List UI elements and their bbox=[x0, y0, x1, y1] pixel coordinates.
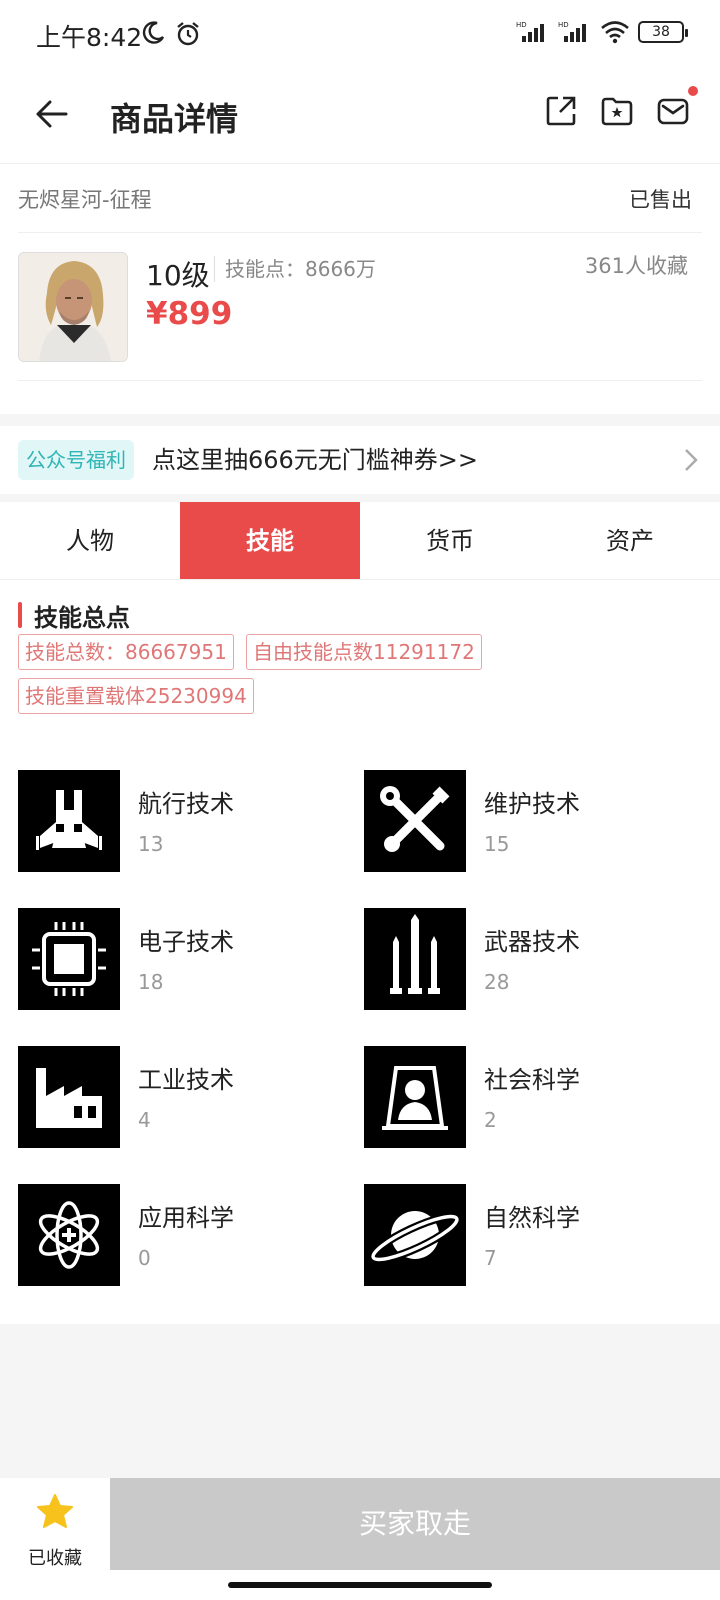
skill-item: 应用科学 0 bbox=[18, 1184, 348, 1288]
favorite-label: 已收藏 bbox=[28, 1548, 82, 1569]
sale-status: 已售出 bbox=[629, 188, 692, 212]
skill-value: 0 bbox=[138, 1246, 151, 1270]
skill-name: 航行技术 bbox=[138, 790, 234, 818]
skill-item: 维护技术 15 bbox=[364, 770, 694, 874]
promo-banner[interactable]: 公众号福利 点这里抽666元无门槛神券>> bbox=[0, 426, 720, 494]
message-button[interactable] bbox=[656, 86, 698, 128]
atom-star-icon bbox=[18, 1184, 120, 1286]
price: ¥899 bbox=[146, 296, 233, 332]
tab-currency[interactable]: 货币 bbox=[360, 502, 540, 579]
skill-name: 工业技术 bbox=[138, 1066, 234, 1094]
skill-name: 武器技术 bbox=[484, 928, 580, 956]
character-avatar bbox=[18, 252, 128, 362]
skill-reset-carrier-tag: 技能重置载体25230994 bbox=[18, 678, 254, 714]
battery-indicator: 38 bbox=[638, 21, 688, 43]
svg-text:HD: HD bbox=[558, 21, 569, 29]
tab-assets[interactable]: 资产 bbox=[540, 502, 720, 579]
missiles-icon bbox=[364, 908, 466, 1010]
page-title: 商品详情 bbox=[110, 100, 239, 138]
skill-name: 自然科学 bbox=[484, 1204, 580, 1232]
share-icon[interactable] bbox=[544, 94, 578, 128]
factory-icon bbox=[18, 1046, 120, 1148]
skill-item: 航行技术 13 bbox=[18, 770, 348, 874]
folder-star-icon[interactable] bbox=[600, 94, 634, 128]
favorite-count: 361人收藏 bbox=[584, 254, 688, 278]
promo-badge: 公众号福利 bbox=[18, 440, 134, 480]
skill-name: 社会科学 bbox=[484, 1066, 580, 1094]
promo-text: 点这里抽666元无门槛神券>> bbox=[152, 446, 479, 474]
signal-hd-icon: HD bbox=[516, 21, 544, 42]
alarm-icon bbox=[177, 22, 199, 46]
status-bar: 上午8:42 HD HD 38 bbox=[0, 0, 720, 72]
divider bbox=[18, 232, 702, 233]
game-name: 无烬星河-征程 bbox=[18, 188, 152, 212]
product-card: 无烬星河-征程 已售出 10级 技能点：8666万 361人收藏 ¥899 bbox=[0, 164, 720, 414]
skill-value: 18 bbox=[138, 970, 164, 994]
star-icon bbox=[37, 1494, 73, 1528]
skill-name: 维护技术 bbox=[484, 790, 580, 818]
svg-text:HD: HD bbox=[516, 21, 527, 29]
battery-level: 38 bbox=[652, 24, 670, 40]
skill-item: 社会科学 2 bbox=[364, 1046, 694, 1150]
favorite-button[interactable]: 已收藏 bbox=[0, 1478, 110, 1572]
character-portrait bbox=[19, 253, 127, 361]
skill-name: 应用科学 bbox=[138, 1204, 234, 1232]
status-time: 上午8:42 bbox=[36, 23, 143, 52]
skill-value: 15 bbox=[484, 832, 510, 856]
mail-icon bbox=[657, 98, 689, 125]
bottom-action-bar: 已收藏 买家取走 bbox=[0, 1478, 720, 1600]
skill-item: 工业技术 4 bbox=[18, 1046, 348, 1150]
skill-value: 4 bbox=[138, 1108, 151, 1132]
tab-bar: 人物 技能 货币 资产 bbox=[0, 502, 720, 580]
status-icons-left bbox=[140, 20, 202, 48]
skill-name: 电子技术 bbox=[138, 928, 234, 956]
tab-skills[interactable]: 技能 bbox=[180, 502, 360, 579]
notification-dot bbox=[688, 86, 698, 96]
skill-item: 电子技术 18 bbox=[18, 908, 348, 1012]
spaceship-icon bbox=[18, 770, 120, 872]
section-accent-bar bbox=[18, 602, 22, 628]
person-portrait-icon bbox=[364, 1046, 466, 1148]
buy-button[interactable]: 买家取走 bbox=[110, 1478, 720, 1570]
moon-icon bbox=[142, 21, 165, 44]
chevron-right-icon bbox=[685, 449, 698, 471]
skill-points: 技能点：8666万 bbox=[214, 256, 376, 282]
home-indicator[interactable] bbox=[228, 1582, 492, 1588]
divider bbox=[18, 380, 702, 381]
skills-panel: 技能总点 技能总数：86667951 自由技能点数11291172 技能重置载体… bbox=[0, 580, 720, 1324]
skill-value: 28 bbox=[484, 970, 510, 994]
back-arrow-icon[interactable] bbox=[32, 94, 72, 134]
skill-value: 2 bbox=[484, 1108, 497, 1132]
skill-total-tag: 技能总数：86667951 bbox=[18, 634, 234, 670]
status-right: HD HD 38 bbox=[516, 20, 688, 44]
skill-item: 自然科学 7 bbox=[364, 1184, 694, 1288]
section-title: 技能总点 bbox=[34, 604, 130, 632]
nav-actions bbox=[544, 86, 698, 128]
skill-value: 13 bbox=[138, 832, 164, 856]
nav-bar: 商品详情 bbox=[0, 72, 720, 164]
skill-item: 武器技术 28 bbox=[364, 908, 694, 1012]
character-level: 10级 bbox=[146, 259, 210, 292]
wrench-screwdriver-icon bbox=[364, 770, 466, 872]
tab-character[interactable]: 人物 bbox=[0, 502, 180, 579]
signal-hd-icon: HD bbox=[558, 21, 586, 42]
planet-icon bbox=[364, 1184, 466, 1286]
wifi-icon bbox=[601, 21, 629, 44]
chip-icon bbox=[18, 908, 120, 1010]
free-skill-points-tag: 自由技能点数11291172 bbox=[246, 634, 482, 670]
skill-value: 7 bbox=[484, 1246, 497, 1270]
